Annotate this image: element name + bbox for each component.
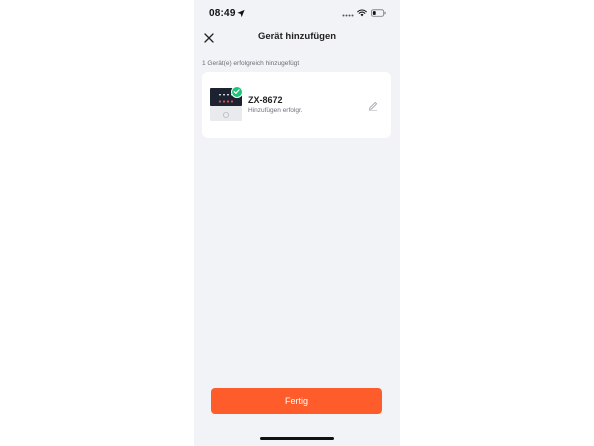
check-icon [233, 89, 240, 94]
home-indicator [260, 437, 334, 440]
status-bar: 08:49 [194, 0, 400, 26]
edit-name-button[interactable] [367, 99, 379, 111]
location-arrow-icon [237, 9, 245, 18]
device-status: Hinzufügen erfolgr. [248, 107, 303, 114]
status-time: 08:49 [209, 8, 236, 19]
success-badge [231, 86, 243, 98]
section-label: 1 Gerät(e) erfolgreich hinzugefügt [202, 60, 300, 67]
device-button-icon [222, 112, 229, 118]
device-card[interactable]: ZX-8672 Hinzufügen erfolgr. [202, 72, 391, 138]
device-body [210, 106, 242, 121]
nav-bar: Gerät hinzufügen [194, 26, 400, 50]
wifi-icon [357, 9, 367, 17]
device-name: ZX-8672 [248, 95, 283, 105]
phone-screen: 08:49 Gerät hinzufügen 1 Gerät(e) erfolg… [194, 0, 400, 446]
done-button[interactable]: Fertig [211, 388, 382, 414]
cellular-signal-icon [342, 14, 354, 17]
pencil-icon [368, 101, 378, 111]
battery-icon [371, 9, 386, 17]
page-title: Gerät hinzufügen [257, 31, 337, 42]
